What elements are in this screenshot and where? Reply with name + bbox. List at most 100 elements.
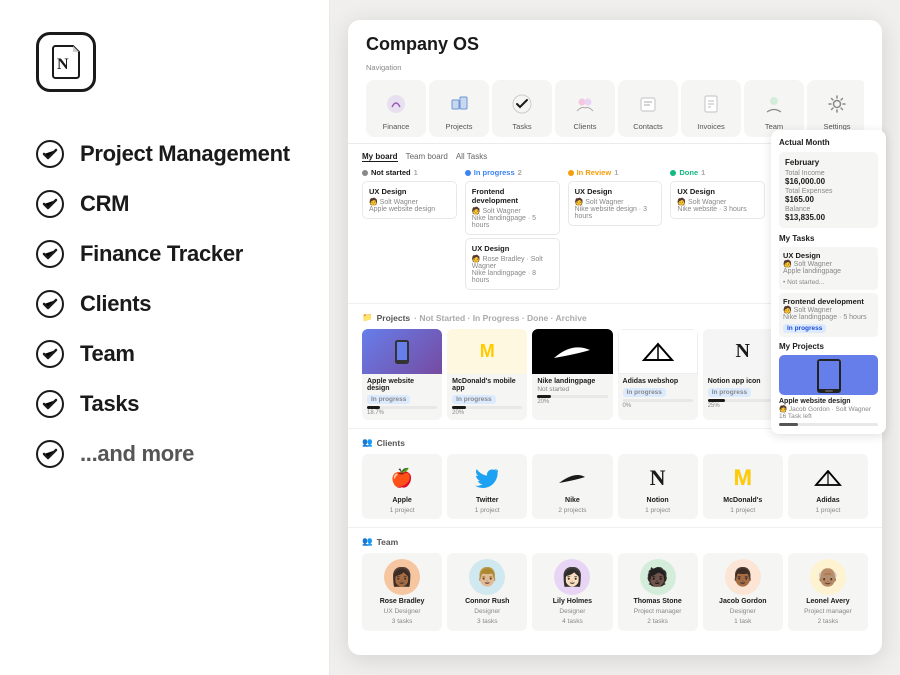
done-count: 1	[701, 168, 705, 177]
team-connor[interactable]: 👨🏼 Connor Rush Designer 3 tasks	[447, 553, 527, 631]
icon-strip: Finance Projects Tasks	[366, 80, 864, 137]
project-status: In progress	[452, 395, 495, 404]
client-notion[interactable]: N Notion 1 project	[618, 454, 698, 519]
kanban-card[interactable]: Frontend development 🧑 Solt Wagner Nike …	[465, 181, 560, 235]
project-card-apple[interactable]: Apple website design In progress 18.7%	[362, 329, 442, 420]
not-started-label: Not started	[371, 168, 411, 177]
project-card-nike[interactable]: Nike landingpage Not started 20%	[532, 329, 612, 420]
team-thomas[interactable]: 🧑🏿 Thomas Stone Project manager 2 tasks	[618, 553, 698, 631]
card-meta: 🧑 Solt Wagner	[677, 198, 758, 206]
client-meta: 1 project	[390, 507, 415, 514]
client-nike[interactable]: Nike 2 projects	[532, 454, 612, 519]
team-leonel[interactable]: 👴🏽 Leonel Avery Project manager 2 tasks	[788, 553, 868, 631]
rp-proj-name: Apple website design	[779, 398, 878, 405]
team-rose[interactable]: 👩🏾 Rose Bradley UX Designer 3 tasks	[362, 553, 442, 631]
in-progress-dot	[465, 170, 471, 176]
client-apple[interactable]: 🍎 Apple 1 project	[362, 454, 442, 519]
kanban-card[interactable]: UX Design 🧑 Solt Wagner Nike website · 3…	[670, 181, 765, 219]
team-tasks: 3 tasks	[477, 618, 498, 625]
project-info: Apple website design In progress 18.7%	[362, 374, 442, 420]
feature-tasks: Tasks	[36, 390, 293, 418]
card-title: UX Design	[369, 187, 450, 196]
team-jacob[interactable]: 👨🏾 Jacob Gordon Designer 1 task	[703, 553, 783, 631]
client-twitter[interactable]: Twitter 1 project	[447, 454, 527, 519]
check-icon-clients	[36, 290, 64, 318]
notion-logo: N	[36, 32, 96, 92]
client-meta: 1 project	[475, 507, 500, 514]
nav-projects[interactable]: Projects	[429, 80, 489, 137]
client-mcdonalds[interactable]: M McDonald's 1 project	[703, 454, 783, 519]
avatar-thomas: 🧑🏿	[640, 559, 676, 595]
progress-bar-wrap	[367, 406, 437, 409]
project-name: Apple website design	[367, 378, 437, 392]
progress-bar-wrap	[452, 406, 522, 409]
team-role: UX Designer	[384, 608, 421, 615]
nav-invoices[interactable]: Invoices	[681, 80, 741, 137]
check-icon-crm	[36, 190, 64, 218]
col-in-review: In Review 1 UX Design 🧑 Solt Wagner Nike…	[568, 168, 663, 293]
settings-icon	[823, 90, 851, 118]
project-thumb	[362, 329, 442, 374]
rp-task-tag-ns: • Not started...	[783, 277, 874, 286]
kanban-card[interactable]: UX Design 🧑 Solt Wagner Nike website des…	[568, 181, 663, 226]
progress-bar-wrap	[537, 395, 607, 398]
in-review-count: 1	[614, 168, 618, 177]
rp-expenses-val: $165.00	[785, 195, 872, 204]
contacts-icon	[634, 90, 662, 118]
nav-finance[interactable]: Finance	[366, 80, 426, 137]
feature-clients: Clients	[36, 290, 293, 318]
notion-client-logo: N	[642, 462, 674, 494]
team-name: Thomas Stone	[633, 598, 681, 605]
feature-clients-label: Clients	[80, 291, 151, 317]
kanban-card[interactable]: UX Design 🧑 Rose Bradley · Solt Wagner N…	[465, 238, 560, 290]
finance-label: Finance	[383, 122, 410, 131]
client-adidas[interactable]: Adidas 1 project	[788, 454, 868, 519]
rp-february-block: February Total Income $16,000.00 Total E…	[779, 152, 878, 228]
card-title: UX Design	[677, 187, 758, 196]
project-card-adidas[interactable]: Adidas webshop In progress 0%	[618, 329, 698, 420]
tab-team-board[interactable]: Team board	[406, 152, 448, 162]
team-nav-icon	[760, 90, 788, 118]
projects-label: Projects	[445, 122, 472, 131]
tab-all-tasks[interactable]: All Tasks	[456, 152, 487, 162]
not-started-count: 1	[414, 168, 418, 177]
card-desc: Nike landingpage · 5 hours	[472, 215, 553, 229]
team-role: Project manager	[804, 608, 852, 615]
project-card-mcdonalds[interactable]: M McDonald's mobile app In progress 20%	[447, 329, 527, 420]
ui-header: Company OS Navigation Finance Projects	[348, 20, 882, 144]
kanban-card[interactable]: UX Design 🧑 Solt Wagner Apple website de…	[362, 181, 457, 219]
card-desc: Nike website · 3 hours	[677, 206, 758, 213]
finance-icon	[382, 90, 410, 118]
invoices-icon	[697, 90, 725, 118]
card-desc: Nike website design · 3 hours	[575, 206, 656, 220]
nav-settings[interactable]: Settings	[807, 80, 864, 137]
team-name: Lily Holmes	[553, 598, 592, 605]
check-icon-team	[36, 340, 64, 368]
in-review-dot	[568, 170, 574, 176]
rp-income-label: Total Income	[785, 170, 872, 177]
rp-proj-meta: 🧑 Jacob Gordon · Solt Wagner	[779, 405, 878, 413]
progress-pct: 0%	[623, 403, 693, 409]
notion-ui: Company OS Navigation Finance Projects	[348, 20, 882, 655]
rp-income-val: $16,000.00	[785, 177, 872, 186]
tab-my-board[interactable]: My board	[362, 152, 398, 162]
done-dot	[670, 170, 676, 176]
done-label: Done	[679, 168, 698, 177]
team-lily[interactable]: 👩🏻 Lily Holmes Designer 4 tasks	[532, 553, 612, 631]
progress-pct: 25%	[708, 403, 778, 409]
nav-bar: Navigation	[366, 63, 864, 72]
clients-grid: 🍎 Apple 1 project Twitter 1 project	[362, 454, 868, 519]
team-name: Rose Bradley	[380, 598, 425, 605]
invoices-label: Invoices	[697, 122, 725, 131]
client-meta: 1 project	[815, 507, 840, 514]
nav-tasks[interactable]: Tasks	[492, 80, 552, 137]
team-section-label: Team	[377, 537, 399, 547]
nav-contacts[interactable]: Contacts	[618, 80, 678, 137]
nav-clients[interactable]: Clients	[555, 80, 615, 137]
team-tasks: 1 task	[734, 618, 751, 625]
card-desc: Apple website design	[369, 206, 450, 213]
twitter-logo	[471, 462, 503, 494]
page-title: Company OS	[366, 34, 864, 55]
rp-proj-progress	[779, 423, 878, 426]
nav-team[interactable]: Team	[744, 80, 804, 137]
